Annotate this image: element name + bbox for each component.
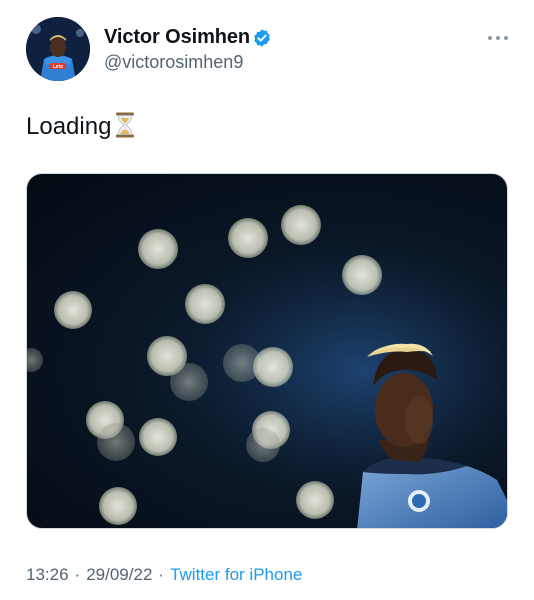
- avatar-shirt-text: Lete: [53, 64, 64, 70]
- tweet-date[interactable]: 29/09/22: [86, 565, 152, 584]
- photo-image: [27, 174, 507, 528]
- meta-separator: ·: [74, 565, 81, 584]
- avatar[interactable]: Lete: [26, 17, 90, 81]
- avatar-image: Lete: [26, 17, 90, 81]
- tweet-source-link[interactable]: Twitter for iPhone: [170, 565, 302, 584]
- tweet-media-photo[interactable]: [26, 173, 508, 529]
- author-name[interactable]: Victor Osimhen: [104, 26, 250, 49]
- hourglass-icon: [116, 112, 135, 138]
- meta-separator-2: ·: [158, 565, 165, 584]
- author-handle[interactable]: @victorosimhen9: [104, 52, 243, 73]
- tweet-text-content: Loading: [26, 113, 112, 140]
- tweet-text: Loading: [26, 112, 135, 141]
- more-options-icon[interactable]: [487, 34, 509, 42]
- tweet-meta: 13:26 · 29/09/22 · Twitter for iPhone: [26, 565, 302, 585]
- verified-badge-icon: [254, 29, 270, 47]
- tweet-time[interactable]: 13:26: [26, 565, 69, 584]
- tweet-card: Lete Victor Osimhen @victorosimhen9 Load…: [0, 0, 534, 600]
